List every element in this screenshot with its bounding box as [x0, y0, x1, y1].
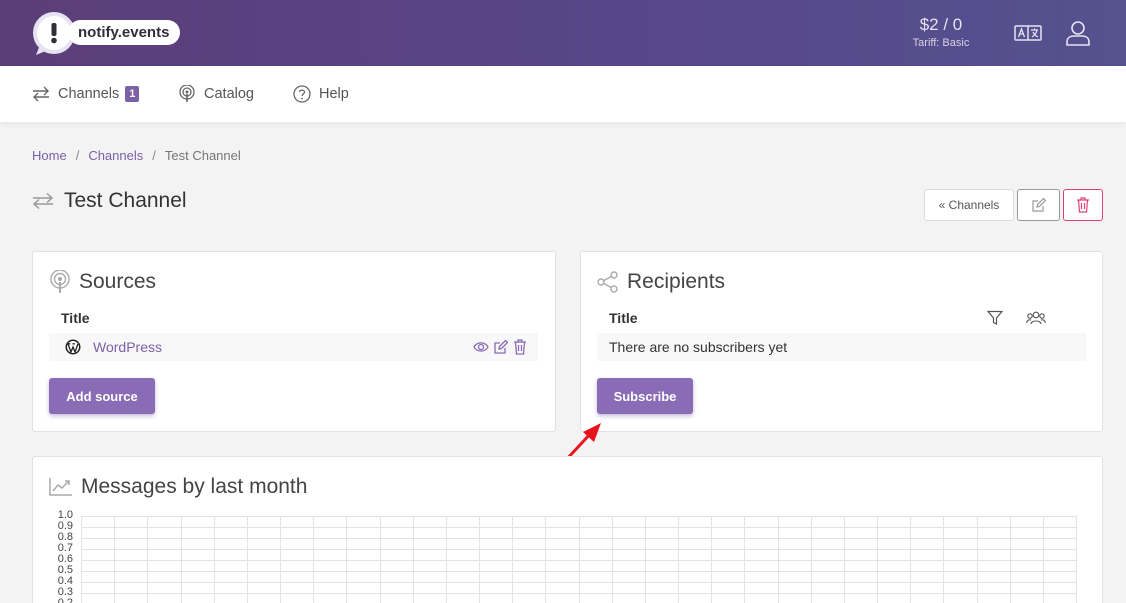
breadcrumb-separator: / [152, 148, 156, 163]
logo-text: notify.events [68, 20, 181, 45]
tariff-label: Tariff: Basic [912, 37, 970, 49]
delete-channel-button[interactable] [1063, 189, 1103, 221]
breadcrumb-home[interactable]: Home [32, 148, 67, 163]
exchange-arrows-icon [33, 86, 49, 102]
nav-catalog-label: Catalog [204, 86, 254, 102]
balance[interactable]: $2 / 0 Tariff: Basic [905, 14, 977, 50]
recipients-title: Recipients [597, 270, 725, 294]
edit-channel-button[interactable] [1017, 189, 1060, 221]
y-tick-label: 0.2 [57, 597, 73, 603]
recipients-column-title: Title [609, 310, 638, 326]
nav-help[interactable]: Help [293, 84, 349, 104]
filter-icon[interactable] [987, 310, 1003, 326]
top-header: notify.events $2 / 0 Tariff: Basic [0, 0, 1126, 66]
podcast-icon [179, 85, 195, 102]
trash-icon[interactable] [513, 339, 527, 355]
sources-title-text: Sources [79, 270, 157, 293]
messages-title: Messages by last month [49, 475, 307, 499]
breadcrumb-channels[interactable]: Channels [88, 148, 143, 163]
page-title-text: Test Channel [64, 189, 187, 212]
language-icon[interactable] [1014, 20, 1042, 46]
eye-icon[interactable] [473, 340, 489, 354]
nav-catalog[interactable]: Catalog [178, 84, 254, 104]
recipients-title-text: Recipients [627, 270, 726, 293]
podcast-icon [50, 270, 70, 293]
nav-help-label: Help [319, 86, 349, 102]
list-item: There are no subscribers yet [597, 333, 1086, 361]
chart-line-icon [49, 478, 72, 496]
no-subscribers-message: There are no subscribers yet [609, 339, 788, 355]
messages-chart-card: Messages by last month 1.0 0.9 0.8 0.7 0.6 0.… [32, 456, 1103, 603]
chart-grid [81, 516, 1077, 603]
nav-channels[interactable]: Channels 1 [32, 84, 140, 104]
back-to-channels-button[interactable]: « Channels [924, 189, 1014, 221]
sources-card: Sources Title WordPress Add source [32, 251, 556, 432]
page-title: Test Channel [32, 189, 187, 213]
edit-icon[interactable] [493, 339, 509, 355]
breadcrumb-current: Test Channel [164, 148, 241, 163]
breadcrumb-separator: / [75, 148, 80, 163]
add-source-button[interactable]: Add source [49, 378, 155, 414]
messages-title-text: Messages by last month [81, 475, 308, 498]
user-profile-icon[interactable] [1064, 20, 1092, 46]
sources-column-title: Title [61, 310, 90, 326]
balance-amount: $2 / 0 [919, 15, 963, 34]
source-name-link[interactable]: WordPress [93, 339, 162, 355]
nav-channels-label: Channels [58, 86, 120, 102]
trash-icon [1077, 197, 1089, 213]
channels-count-badge: 1 [125, 86, 140, 102]
help-circle-icon [293, 85, 311, 103]
breadcrumb: Home / Channels / Test Channel [32, 148, 241, 163]
table-row: WordPress [49, 333, 538, 361]
wordpress-icon [65, 339, 81, 355]
subscribe-button[interactable]: Subscribe [597, 378, 693, 414]
share-icon [597, 271, 618, 293]
sources-title: Sources [49, 270, 156, 294]
main-nav: Channels 1 Catalog Help [0, 66, 1126, 122]
edit-icon [1031, 197, 1046, 212]
logo[interactable]: notify.events [32, 10, 181, 56]
recipients-card: Recipients Title There are no subscriber… [580, 251, 1103, 432]
users-group-icon[interactable] [1026, 310, 1046, 326]
exchange-arrows-icon [32, 192, 54, 210]
